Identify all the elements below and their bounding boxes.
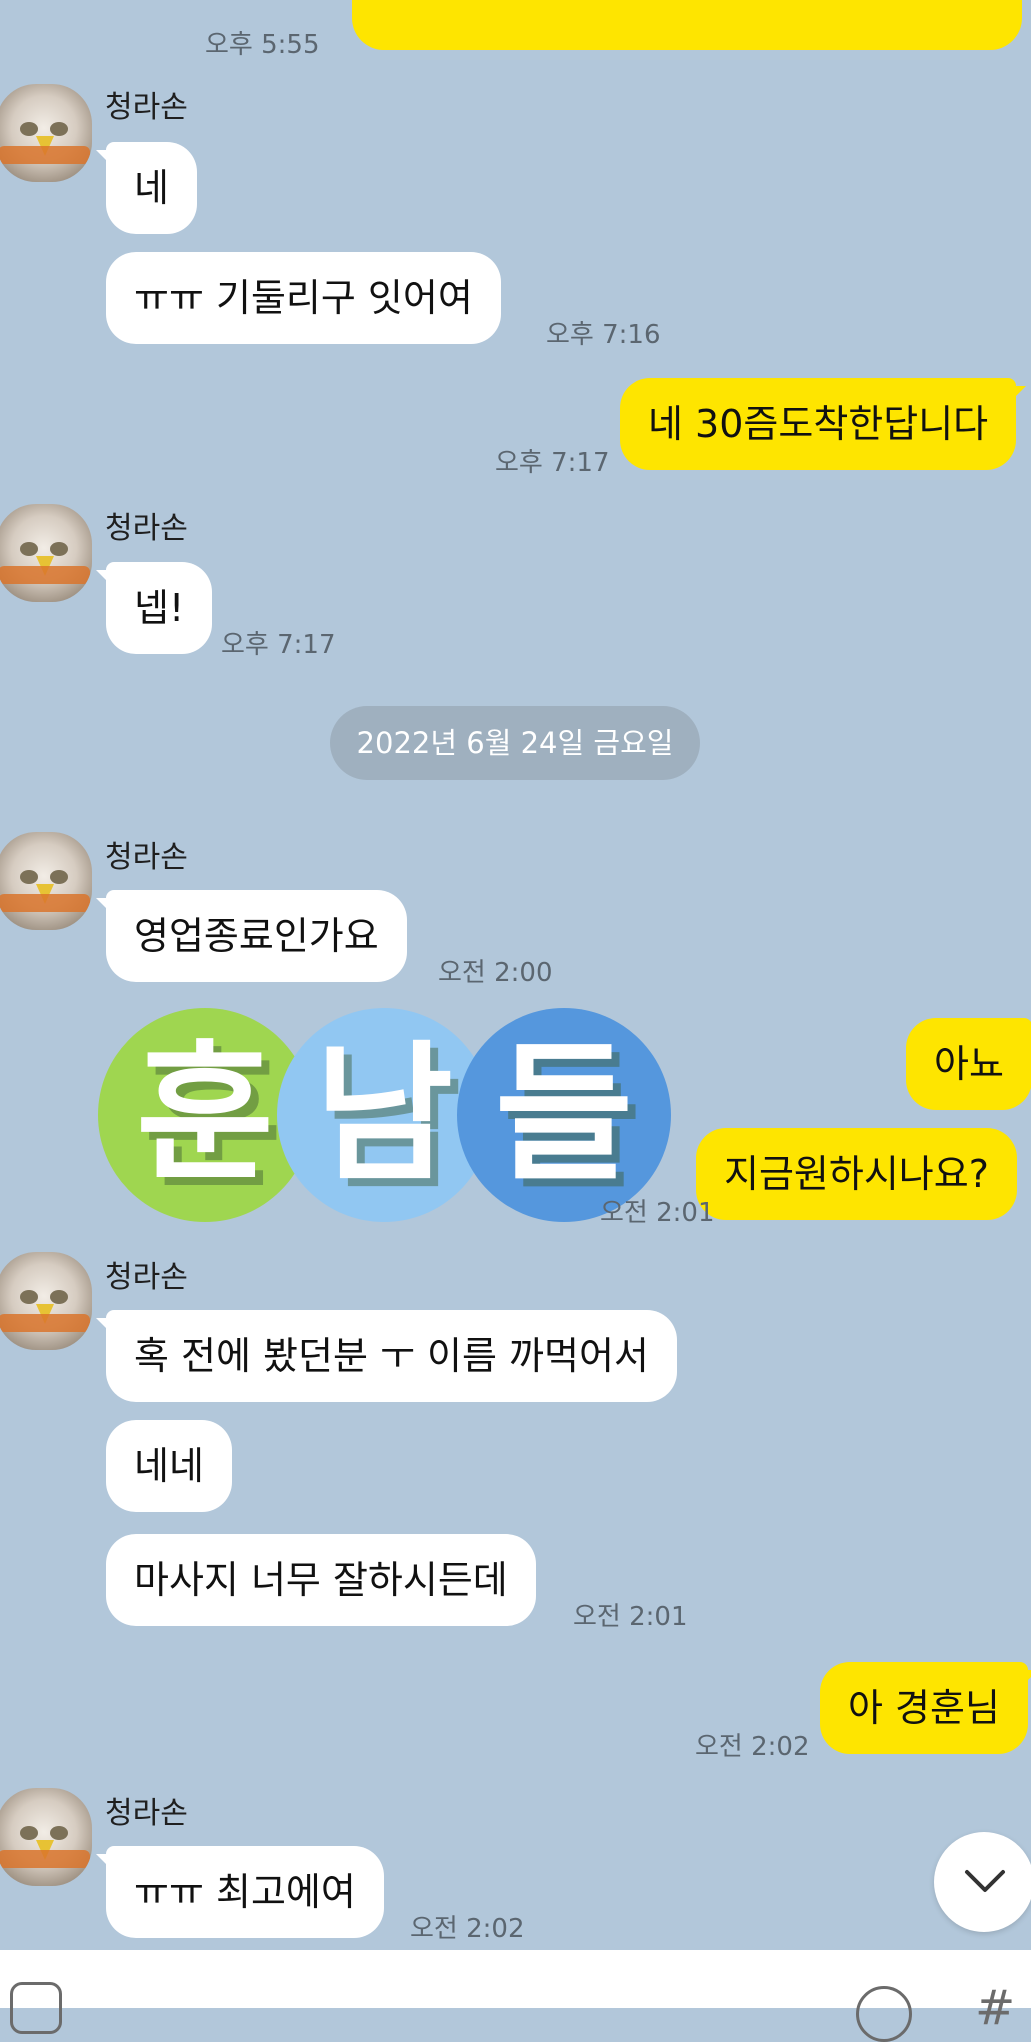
avatar-sticker [0,1314,90,1332]
avatar-eye [50,122,68,136]
message-bubble[interactable]: 혹 전에 봤던분 ㅜ 이름 까먹어서 [96,1310,677,1402]
my-message-bubble[interactable]: 지금원하시나요? [696,1128,1017,1220]
avatar-eye [20,542,38,556]
date-divider: 2022년 6월 24일 금요일 [330,706,700,780]
avatar-eye [20,1826,38,1840]
message-time: 오전 2:02 [695,1732,810,1762]
plus-icon[interactable] [10,1982,62,2034]
avatar[interactable] [0,832,92,930]
sender-name: 청라손 [105,511,188,546]
avatar-eye [50,1290,68,1304]
message-time: 오전 2:02 [410,1914,525,1944]
avatar[interactable] [0,504,92,602]
avatar-eye [50,1826,68,1840]
chevron-down-icon [965,1870,1005,1892]
hash-icon[interactable]: # [975,1980,1015,2036]
message-time: 오후 5:55 [205,30,320,60]
avatar-sticker [0,894,90,912]
emoticon-circle[interactable]: 들 [457,1008,671,1222]
avatar-eye [50,542,68,556]
avatar[interactable] [0,84,92,182]
message-bubble[interactable]: 넵! [95,562,213,654]
message-time: 오후 7:16 [546,320,661,350]
my-message-bubble[interactable]: 아뇨 [906,1018,1031,1110]
message-bubble[interactable]: ㅠㅠ 기둘리구 잇어여 [106,252,501,344]
avatar-eye [20,1290,38,1304]
message-bubble[interactable]: 마사지 너무 잘하시든데 [106,1534,536,1626]
message-bubble[interactable]: 네네 [106,1420,232,1512]
sender-name: 청라손 [105,1260,188,1295]
sender-name: 청라손 [105,1796,188,1831]
my-message-bubble[interactable]: 네 30즘도착한답니다 [620,378,1027,470]
avatar-eye [20,870,38,884]
avatar-sticker [0,146,90,164]
scroll-down-button[interactable] [934,1832,1031,1932]
avatar[interactable] [0,1788,92,1886]
sender-name: 청라손 [105,90,188,125]
message-time: 오후 7:17 [221,630,336,660]
avatar[interactable] [0,1252,92,1350]
message-bubble[interactable]: ㅠㅠ 최고에여 [96,1846,384,1938]
avatar-eye [20,122,38,136]
message-bubble[interactable]: 영업종료인가요 [96,890,407,982]
message-bubble[interactable]: 네 [96,142,197,234]
avatar-eye [50,870,68,884]
avatar-sticker [0,1850,90,1868]
partial-my-bubble[interactable] [352,0,1022,50]
avatar-sticker [0,566,90,584]
sender-name: 청라손 [105,840,188,875]
message-time: 오전 2:00 [438,958,553,988]
message-time: 오전 2:01 [573,1602,688,1632]
my-message-bubble[interactable]: 아 경훈님 [820,1662,1031,1754]
message-time: 오후 7:17 [495,448,610,478]
emoji-icon[interactable] [856,1986,912,2042]
message-time: 오전 2:01 [600,1198,715,1228]
